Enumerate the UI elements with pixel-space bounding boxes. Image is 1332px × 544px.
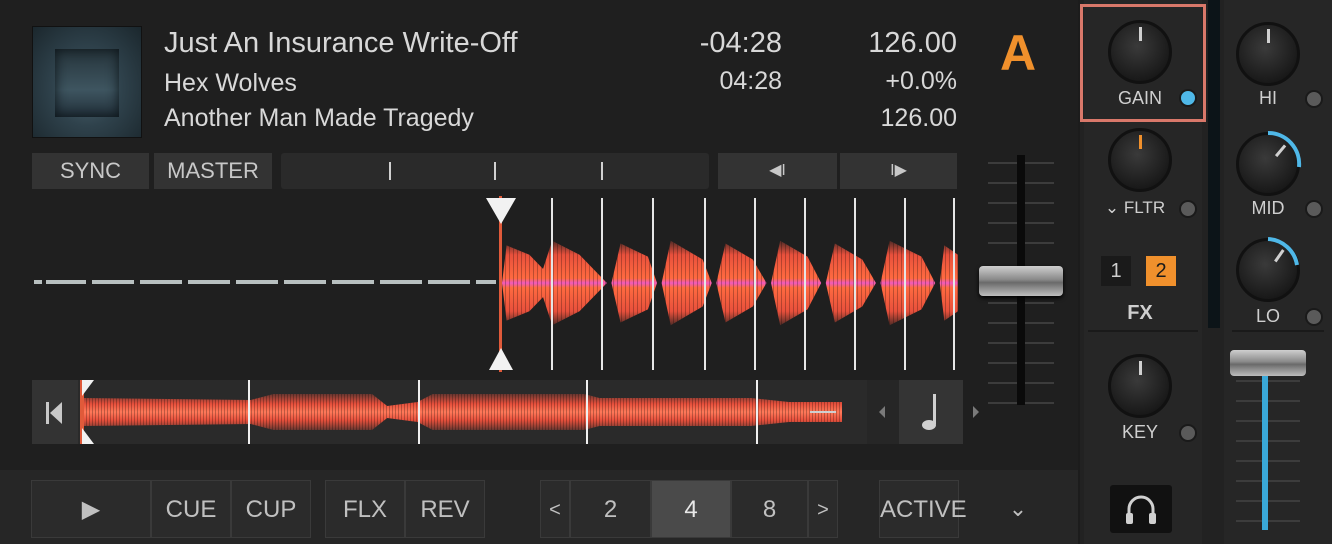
expand-chevron-down-icon[interactable]: ⌄: [1000, 480, 1036, 538]
headphone-cue-button[interactable]: [1110, 485, 1172, 533]
eq-hi-knob[interactable]: [1236, 22, 1300, 86]
filter-knob[interactable]: [1108, 128, 1172, 192]
filter-label[interactable]: ⌄ FLTR: [1090, 198, 1180, 218]
remaining-time: -04:28: [699, 27, 782, 59]
gain-indicator-dot[interactable]: [1179, 89, 1197, 107]
loop-size-4[interactable]: 4: [651, 480, 731, 538]
eq-mid-label: MID: [1251, 198, 1285, 218]
track-overview[interactable]: [32, 380, 979, 444]
eq-lo-label: LO: [1255, 306, 1280, 326]
pitch-display: +0.0%: [885, 67, 957, 95]
skip-start-icon: [46, 402, 62, 424]
key-lock-panel[interactable]: [867, 380, 979, 444]
loop-size-2[interactable]: 2: [570, 480, 651, 538]
reverse-button[interactable]: REV: [405, 480, 485, 538]
cue-marker-icon: [486, 198, 516, 370]
eq-mid-ring: [1267, 130, 1302, 168]
eq-hi-label: HI: [1259, 88, 1277, 108]
master-button[interactable]: MASTER: [154, 153, 272, 189]
sync-button[interactable]: SYNC: [32, 153, 149, 189]
original-bpm-display: 126.00: [880, 104, 957, 132]
eq-hi-kill-dot[interactable]: [1305, 90, 1323, 108]
phase-meter: [281, 153, 709, 189]
chevron-left-icon[interactable]: [877, 404, 887, 420]
jump-to-start-button[interactable]: [32, 380, 78, 444]
chevron-right-icon[interactable]: [971, 404, 981, 420]
fx-unit-1-button[interactable]: 1: [1101, 256, 1131, 286]
headphones-icon: [1126, 495, 1156, 524]
gain-label: GAIN: [1117, 88, 1162, 108]
beatjump-back-button[interactable]: ◀I: [718, 153, 837, 189]
total-time: 04:28: [719, 67, 782, 95]
deck-letter[interactable]: A: [1000, 24, 1036, 82]
key-knob[interactable]: [1108, 354, 1172, 418]
overview-cue-icon: [82, 380, 94, 444]
note-button[interactable]: [899, 380, 963, 444]
filter-toggle-dot[interactable]: [1179, 200, 1197, 218]
track-artist: Hex Wolves: [164, 69, 297, 97]
eq-mid-kill-dot[interactable]: [1305, 200, 1323, 218]
key-toggle-dot[interactable]: [1179, 424, 1197, 442]
level-meter: [1208, 0, 1220, 328]
tempo-fader-handle[interactable]: [979, 266, 1063, 296]
eq-lo-kill-dot[interactable]: [1305, 308, 1323, 326]
album-artwork: [32, 26, 142, 138]
music-note-icon: [922, 394, 936, 430]
track-title: Just An Insurance Write-Off: [164, 27, 518, 59]
track-album: Another Man Made Tragedy: [164, 104, 474, 132]
track-waveform[interactable]: [32, 196, 958, 372]
loop-size-8[interactable]: 8: [731, 480, 808, 538]
bpm-display: 126.00: [868, 27, 957, 59]
active-loop-button[interactable]: ACTIVE: [879, 480, 967, 538]
gain-knob[interactable]: [1108, 20, 1172, 84]
loop-size-prev-button[interactable]: <: [540, 480, 570, 538]
channel-volume-fader-handle[interactable]: [1230, 350, 1306, 376]
key-label: KEY: [1121, 422, 1159, 442]
flux-button[interactable]: FLX: [325, 480, 405, 538]
fx-label: FX: [1127, 302, 1153, 324]
play-button[interactable]: ▶: [31, 480, 151, 538]
channel-volume-fader-track[interactable]: [1262, 370, 1268, 530]
loop-size-next-button[interactable]: >: [808, 480, 838, 538]
beatjump-forward-button[interactable]: I▶: [840, 153, 957, 189]
cup-button[interactable]: CUP: [231, 480, 311, 538]
fx-unit-2-button[interactable]: 2: [1146, 256, 1176, 286]
cue-button[interactable]: CUE: [151, 480, 231, 538]
eq-lo-ring: [1267, 237, 1299, 266]
